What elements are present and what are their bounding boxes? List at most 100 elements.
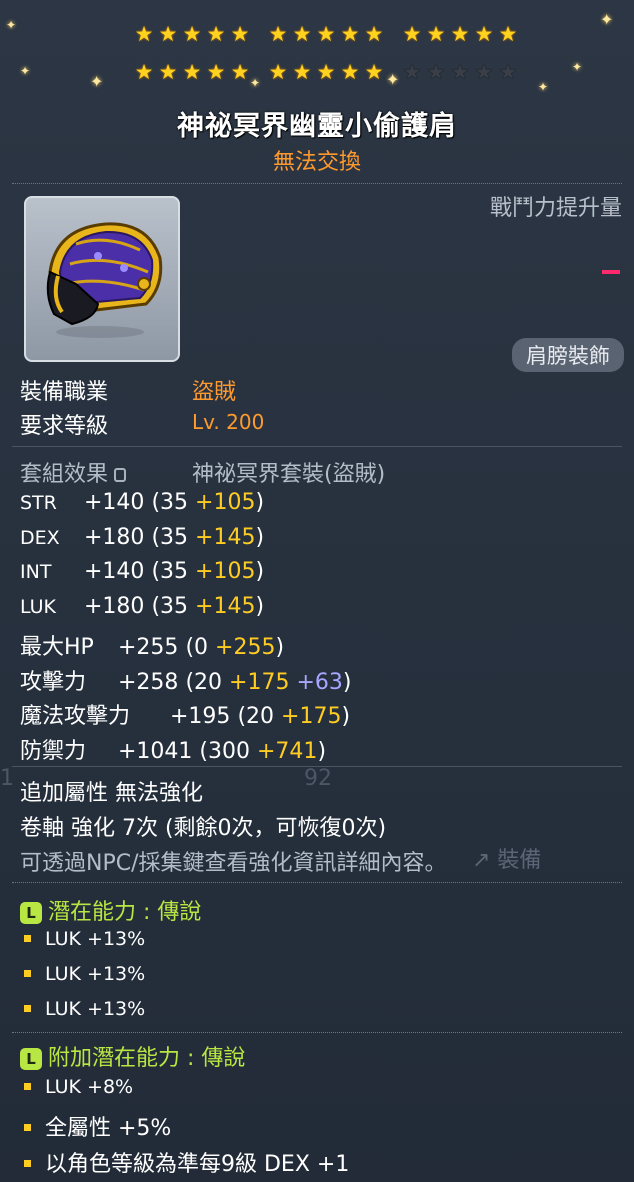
stat-name: STR	[20, 492, 57, 514]
equip-slot-badge: 肩膀裝飾	[512, 338, 624, 372]
divider	[12, 446, 622, 447]
stat-base: (20	[185, 669, 230, 695]
bullet-icon	[24, 1124, 31, 1131]
level-value: Lv. 200	[192, 410, 265, 434]
stat-name: 最大HP	[20, 634, 94, 660]
item-tooltip: 1 92 ↗ 裝備 ✦ ✦ ✦ ✦ ✦ ✦ ✦ ✦ ★ ★ ★ ★ ★ ★ ★ ★ ★ ★ ★ ★…	[0, 0, 634, 1182]
star-filled-icon: ★	[426, 22, 446, 46]
stat-close: )	[317, 738, 327, 764]
legendary-badge-icon: L	[20, 1048, 42, 1070]
additional-potential-line-text: 全屬性 +5%	[45, 1116, 172, 1141]
potential-title-row: L 潛在能力 : 傳說	[20, 894, 201, 926]
trade-restriction: 無法交換	[272, 150, 361, 175]
star-force-row-2: ★ ★ ★ ★ ★ ★ ★ ★ ★ ★ ★ ★ ★ ★ ★	[0, 62, 634, 86]
star-filled-icon: ★	[182, 60, 202, 84]
extra-attribute-row: 追加屬性 無法強化	[20, 781, 203, 806]
additional-potential-title: 附加潛在能力 : 傳說	[48, 1046, 246, 1071]
combat-power-label: 戰鬥力提升量	[489, 196, 622, 221]
additional-potential-line-text: LUK +8%	[45, 1076, 134, 1098]
star-filled-icon: ★	[474, 22, 494, 46]
star-filled-icon: ★	[206, 60, 226, 84]
potential-line: LUK +13%	[20, 928, 145, 950]
stat-bonus: +255	[215, 634, 276, 660]
level-requirement: 要求等級 Lv. 200	[20, 408, 264, 440]
divider	[12, 1032, 622, 1034]
star-group: ★ ★ ★ ★ ★	[134, 60, 250, 84]
star-group: ★ ★ ★ ★ ★	[268, 22, 384, 46]
stat-name: 魔法攻擊力	[20, 704, 131, 730]
job-label: 裝備職業	[20, 380, 109, 405]
star-filled-icon: ★	[134, 60, 154, 84]
potential-line-text: LUK +13%	[45, 928, 146, 950]
stat-row: INT +140 (35 +105)	[20, 559, 264, 584]
stat-close: )	[342, 669, 352, 695]
enhance-hint: 可透過NPC/採集鍵查看強化資訊詳細內容。	[20, 851, 447, 876]
shoulder-armor-icon	[46, 222, 163, 338]
item-icon-frame	[24, 196, 180, 362]
stat-base: (300	[199, 738, 257, 764]
star-empty-icon: ★	[498, 60, 518, 84]
additional-potential-line-text: 以角色等級為準每9級 DEX +1	[45, 1152, 350, 1177]
stat-close: )	[255, 594, 265, 620]
star-filled-icon: ★	[230, 22, 250, 46]
additional-potential-line: 全屬性 +5%	[20, 1110, 171, 1142]
job-value: 盜賊	[192, 380, 237, 405]
set-effect-row: 套組效果 神祕冥界套裝(盜賊)	[20, 456, 385, 488]
scroll-enhance-row: 卷軸 強化 7次 (剩餘0次，可恢復0次)	[20, 816, 387, 841]
stat-close: )	[255, 490, 265, 515]
legendary-badge-icon: L	[20, 902, 42, 924]
star-empty-icon: ★	[402, 60, 422, 84]
star-filled-icon: ★	[316, 60, 336, 84]
bullet-icon	[24, 969, 31, 977]
stat-total: +195	[170, 704, 231, 730]
potential-line-text: LUK +13%	[45, 998, 146, 1020]
job-requirement: 裝備職業 盜賊	[20, 374, 236, 406]
set-effect-label: 套組效果	[20, 462, 109, 487]
stat-bonus: +145	[195, 594, 256, 620]
stat-name: INT	[20, 561, 52, 584]
combat-power-change-indicator	[602, 270, 620, 274]
stat-base: (20	[237, 704, 282, 730]
lock-icon	[114, 468, 127, 482]
stat-name: 防禦力	[20, 738, 87, 764]
star-filled-icon: ★	[450, 22, 470, 46]
stat-base: (35	[151, 594, 196, 620]
stat-close: )	[255, 524, 265, 550]
level-label: 要求等級	[20, 414, 109, 439]
stat-close: )	[275, 634, 285, 660]
star-filled-icon: ★	[340, 60, 360, 84]
bullet-icon	[24, 1160, 31, 1167]
star-filled-icon: ★	[206, 22, 226, 46]
star-filled-icon: ★	[402, 22, 422, 46]
background-ghost-text: 1	[0, 766, 14, 791]
stat-close: )	[255, 559, 265, 585]
bullet-icon	[24, 934, 31, 942]
stat-bonus: +741	[257, 738, 318, 764]
star-filled-icon: ★	[316, 22, 336, 46]
star-filled-icon: ★	[134, 22, 154, 46]
star-filled-icon: ★	[364, 60, 384, 84]
potential-line: LUK +13%	[20, 998, 145, 1020]
stat-close: )	[341, 704, 351, 730]
star-group: ★ ★ ★ ★ ★	[134, 22, 250, 46]
stat-row: 魔法攻擊力 +195 (20 +175)	[20, 698, 350, 730]
stat-row: STR +140 (35 +105)	[20, 490, 264, 515]
stat-name: DEX	[20, 526, 60, 549]
star-filled-icon: ★	[364, 22, 384, 46]
star-filled-icon: ★	[158, 22, 178, 46]
potential-title: 潛在能力 : 傳說	[48, 900, 202, 925]
stat-bonus: +175	[281, 704, 342, 730]
divider	[12, 766, 622, 767]
star-group: ★ ★ ★ ★ ★	[402, 60, 518, 84]
star-filled-icon: ★	[340, 22, 360, 46]
stat-base: (35	[151, 490, 196, 515]
stat-total: +255	[118, 634, 179, 660]
stat-total: +180	[84, 524, 145, 550]
stat-bonus: +175	[229, 669, 290, 695]
stat-name: LUK	[20, 596, 57, 619]
background-ghost-text: ↗ 裝備	[472, 848, 542, 873]
stat-name: 攻擊力	[20, 669, 87, 695]
stat-extra: +63	[289, 669, 343, 695]
stat-bonus: +105	[195, 490, 256, 515]
stat-total: +258	[118, 669, 179, 695]
